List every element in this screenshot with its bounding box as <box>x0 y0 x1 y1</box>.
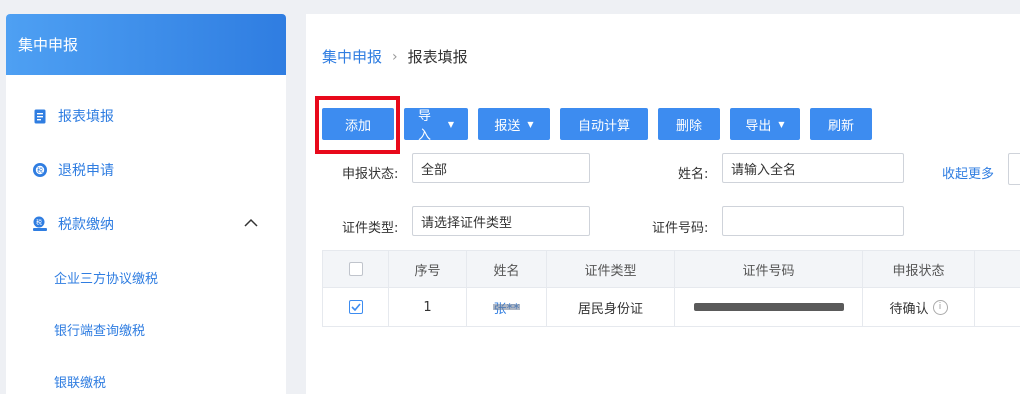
tax-payment-icon: 税 <box>32 216 48 232</box>
import-button-label: 导入 <box>418 109 432 143</box>
column-header-id-number: 证件号码 <box>675 251 863 287</box>
export-button[interactable]: 导出 ▼ <box>730 108 800 140</box>
sidebar-item-label: 退税申请 <box>58 163 114 179</box>
name-filter-label: 姓名: <box>678 167 709 182</box>
export-button-label: 导出 <box>745 118 772 134</box>
refresh-button[interactable]: 刷新 <box>810 108 872 140</box>
select-all-checkbox[interactable] <box>348 262 363 276</box>
sidebar-menu: 报表填报 税 退税申请 税 税款缴纳 企业三方协议缴税 银行端查询缴税 银联缴税 <box>6 75 286 394</box>
status-filter-select[interactable]: 全部 <box>412 153 590 183</box>
redaction-mask <box>493 303 520 310</box>
id-number-filter-label: 证件号码: <box>652 221 709 236</box>
id-number-filter-input[interactable] <box>722 206 904 236</box>
offscreen-button[interactable] <box>1008 153 1020 185</box>
sidebar-subitem-bank-query-payment[interactable]: 银行端查询缴税 <box>6 303 286 355</box>
id-type-filter-select[interactable]: 请选择证件类型 <box>412 206 590 236</box>
send-button-label: 报送 <box>494 118 521 134</box>
sidebar-subitem-tripartite-payment[interactable]: 企业三方协议缴税 <box>6 251 286 303</box>
sidebar-item-label: 报表填报 <box>58 109 114 125</box>
info-icon[interactable]: i <box>932 299 948 315</box>
chevron-up-icon[interactable] <box>244 215 258 231</box>
column-header-status: 申报状态 <box>863 251 975 287</box>
row-select-cell <box>323 288 389 326</box>
add-button[interactable]: 添加 <box>322 108 394 140</box>
select-all-cell <box>323 251 389 287</box>
column-header-index: 序号 <box>389 251 467 287</box>
id-type-filter-label: 证件类型: <box>342 221 399 236</box>
column-header-more <box>975 251 1020 287</box>
main-panel: 集中申报 › 报表填报 添加 导入 ▼ 报送 ▼ 自动计算 删除 导出 ▼ 刷新 申报… <box>306 14 1020 394</box>
sidebar-subitem-unionpay-payment[interactable]: 银联缴税 <box>6 355 286 394</box>
breadcrumb-separator: › <box>392 48 398 65</box>
sidebar-title: 集中申报 <box>6 14 286 75</box>
row-name-cell: 张** <box>467 288 547 326</box>
sidebar-item-report-fill[interactable]: 报表填报 <box>6 89 286 143</box>
auto-calculate-button-label: 自动计算 <box>577 118 630 134</box>
row-checkbox[interactable] <box>348 300 363 314</box>
declaration-table: 序号 姓名 证件类型 证件号码 申报状态 1 张** 居民身份证 待确认i <box>322 250 1020 327</box>
sidebar: 集中申报 报表填报 税 退税申请 税 税款缴纳 企业三方协议缴税 银行端查询缴税… <box>6 14 286 394</box>
document-icon <box>32 108 48 124</box>
collapse-more-link[interactable]: 收起更多 <box>942 163 994 182</box>
breadcrumb-current: 报表填报 <box>407 48 468 66</box>
column-header-id-type: 证件类型 <box>547 251 675 287</box>
row-id-number-cell <box>675 288 863 326</box>
caret-down-icon: ▼ <box>778 119 785 129</box>
sidebar-item-tax-payment[interactable]: 税 税款缴纳 <box>6 197 286 251</box>
row-status: 待确认 <box>889 301 929 317</box>
auto-calculate-button[interactable]: 自动计算 <box>560 108 648 140</box>
id-type-filter-placeholder: 请选择证件类型 <box>421 215 513 231</box>
sidebar-item-tax-refund[interactable]: 税 退税申请 <box>6 143 286 197</box>
svg-text:税: 税 <box>37 167 43 175</box>
import-button[interactable]: 导入 ▼ <box>404 108 468 143</box>
toolbar: 添加 导入 ▼ 报送 ▼ 自动计算 删除 导出 ▼ 刷新 <box>322 108 882 143</box>
status-filter-label: 申报状态: <box>342 167 399 182</box>
breadcrumb-parent[interactable]: 集中申报 <box>322 46 382 67</box>
delete-button-label: 删除 <box>675 118 702 134</box>
row-name-link[interactable]: 张** <box>493 298 520 317</box>
svg-text:税: 税 <box>36 218 42 226</box>
redacted-id-number <box>693 303 844 311</box>
row-status-cell: 待确认 i <box>863 288 975 326</box>
tax-refund-icon: 税 <box>32 162 48 178</box>
row-index: 1 <box>389 288 467 326</box>
caret-down-icon: ▼ <box>447 119 454 129</box>
table-header-row: 序号 姓名 证件类型 证件号码 申报状态 <box>323 250 1020 288</box>
column-header-name: 姓名 <box>467 251 547 287</box>
caret-down-icon: ▼ <box>527 119 534 129</box>
status-filter-value: 全部 <box>421 162 448 178</box>
breadcrumb: 集中申报 › 报表填报 <box>322 46 468 67</box>
name-filter-input[interactable]: 请输入全名 <box>722 153 904 183</box>
send-button[interactable]: 报送 ▼ <box>478 108 550 140</box>
delete-button[interactable]: 删除 <box>658 108 720 140</box>
name-filter-placeholder: 请输入全名 <box>731 162 797 178</box>
add-button-label: 添加 <box>344 118 371 134</box>
row-more-cell <box>975 288 1020 326</box>
sidebar-item-label: 税款缴纳 <box>58 217 114 233</box>
refresh-button-label: 刷新 <box>827 118 854 134</box>
table-row[interactable]: 1 张** 居民身份证 待确认i <box>323 288 1020 327</box>
row-id-type: 居民身份证 <box>547 288 675 326</box>
